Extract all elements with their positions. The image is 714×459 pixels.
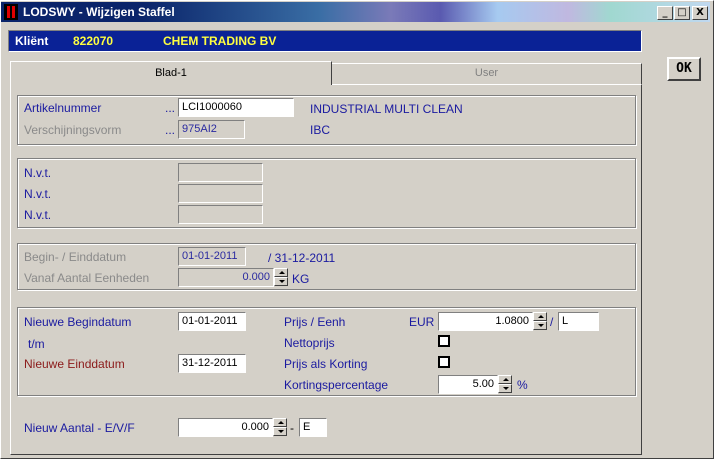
minimize-button[interactable]: _	[657, 6, 673, 20]
netto-label: Nettoprijs	[284, 336, 335, 350]
close-button[interactable]: X	[692, 6, 708, 20]
price-spinner[interactable]	[533, 312, 547, 331]
nvt-field-3	[178, 205, 263, 224]
new-qty-field[interactable]: 0.000	[178, 418, 273, 437]
current-unit: KG	[292, 272, 310, 286]
netto-checkbox[interactable]	[438, 335, 450, 347]
article-number-field[interactable]: LCI1000060	[178, 98, 294, 117]
current-date-label: Begin- / Einddatum	[24, 250, 127, 264]
form-dots: ...	[165, 123, 176, 137]
app-icon	[4, 4, 18, 20]
currency-label: EUR	[409, 315, 435, 329]
new-qty-spinner[interactable]	[273, 418, 287, 437]
new-begin-label: Nieuwe Begindatum	[24, 315, 132, 329]
korting-label: Prijs als Korting	[284, 357, 368, 371]
client-number: 822070	[73, 34, 114, 48]
tab-blad-1[interactable]: Blad-1	[10, 61, 332, 85]
pct-field[interactable]: 5.00	[438, 375, 498, 394]
price-label: Prijs / Eenh	[284, 315, 346, 329]
nvt-group	[17, 158, 636, 228]
current-units-field: 0.000	[178, 268, 274, 287]
pct-sign: %	[517, 378, 528, 392]
client-bar: Kliënt 822070 CHEM TRADING BV	[8, 30, 642, 52]
article-description: INDUSTRIAL MULTI CLEAN	[310, 102, 463, 116]
new-begin-date-field[interactable]: 01-01-2011	[178, 312, 246, 331]
nvt-field-2	[178, 184, 263, 203]
window-title: LODSWY - Wijzigen Staffel	[23, 5, 175, 19]
korting-checkbox[interactable]	[438, 356, 450, 368]
form-field: 975AI2	[178, 120, 245, 139]
current-units-spinner	[274, 268, 288, 287]
nvt-label-1: N.v.t.	[24, 166, 52, 180]
current-units-label: Vanaf Aantal Eenheden	[24, 271, 150, 285]
article-number-label: Artikelnummer	[24, 101, 102, 115]
maximize-button[interactable]: □	[674, 6, 690, 20]
nvt-label-3: N.v.t.	[24, 208, 52, 222]
nvt-field-1	[178, 163, 263, 182]
price-field[interactable]: 1.0800	[438, 312, 533, 331]
tm-label: t/m	[28, 337, 45, 351]
nvt-label-2: N.v.t.	[24, 187, 52, 201]
qty-dash: -	[290, 421, 294, 435]
tab-user[interactable]: User	[332, 63, 642, 84]
title-bar[interactable]: LODSWY - Wijzigen Staffel _ □ X	[1, 2, 710, 22]
pct-label: Kortingspercentage	[284, 378, 389, 392]
new-end-label: Nieuwe Einddatum	[24, 357, 125, 371]
ok-button[interactable]: OK	[667, 57, 701, 81]
qty-type-field[interactable]: E	[299, 418, 327, 437]
current-begin-date: 01-01-2011	[178, 247, 246, 266]
pct-spinner[interactable]	[498, 375, 512, 394]
price-slash: /	[550, 315, 554, 329]
price-unit-field[interactable]: L	[558, 312, 599, 331]
current-end-date: / 31-12-2011	[268, 251, 336, 265]
new-qty-label: Nieuw Aantal - E/V/F	[24, 421, 135, 435]
form-description: IBC	[310, 123, 331, 137]
article-number-dots: ...	[165, 101, 176, 115]
new-end-date-field[interactable]: 31-12-2011	[178, 354, 246, 373]
client-label: Kliënt	[15, 34, 49, 48]
client-name: CHEM TRADING BV	[163, 34, 277, 48]
form-label: Verschijningsvorm	[24, 123, 122, 137]
